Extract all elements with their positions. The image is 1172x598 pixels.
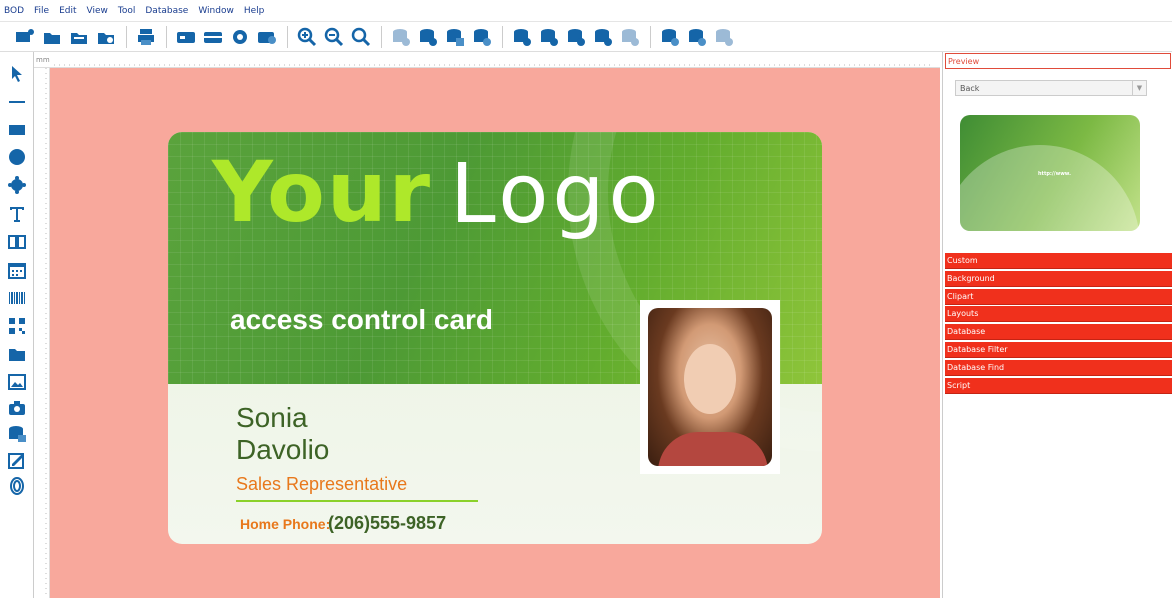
phone-label[interactable]: Home Phone:	[240, 516, 330, 532]
chevron-down-icon[interactable]: ▼	[1132, 81, 1146, 95]
photo-shirt	[658, 432, 768, 466]
menu-bod[interactable]: BOD	[4, 6, 24, 16]
accordion-database[interactable]: Database	[945, 324, 1172, 340]
phone-value-field[interactable]: (206)555-9857	[328, 513, 446, 534]
db-check-icon[interactable]	[469, 25, 495, 49]
photo-face	[684, 344, 736, 414]
db-first-icon[interactable]	[509, 25, 535, 49]
ruler-ticks	[54, 64, 934, 66]
toolbar-divider	[166, 25, 167, 48]
select-pointer-icon[interactable]	[5, 62, 29, 86]
menu-database[interactable]: Database	[145, 6, 188, 16]
card-preview-thumbnail: http://www.	[955, 110, 1145, 236]
right-panel: Preview Back ▼ http://www. Custom Backgr…	[942, 52, 1172, 598]
zoom-fit-icon[interactable]	[348, 25, 374, 49]
image-folder-tool-icon[interactable]	[5, 342, 29, 366]
db-last-icon[interactable]	[590, 25, 616, 49]
toolbar-divider	[650, 25, 651, 48]
signature-tool-icon[interactable]	[5, 448, 29, 472]
barcode-tool-icon[interactable]	[5, 286, 29, 310]
employee-photo[interactable]	[640, 300, 780, 474]
db-delete-record-icon[interactable]	[684, 25, 710, 49]
last-name-field[interactable]: Davolio	[236, 434, 329, 466]
menu-window[interactable]: Window	[198, 6, 234, 16]
db-connect-icon[interactable]	[388, 25, 414, 49]
toolbar-divider	[126, 25, 127, 48]
card-front-icon[interactable]	[173, 25, 199, 49]
db-open-icon[interactable]	[415, 25, 441, 49]
card-side-select[interactable]: Back ▼	[955, 80, 1147, 96]
line-tool-icon[interactable]	[5, 90, 29, 114]
zoom-in-icon[interactable]	[294, 25, 320, 49]
accordion-script[interactable]: Script	[945, 378, 1172, 394]
logo-text-logo[interactable]: Logo	[450, 154, 663, 236]
save-icon[interactable]	[93, 25, 119, 49]
left-toolbox	[0, 52, 34, 598]
vertical-ruler	[34, 68, 50, 598]
preview-header[interactable]: Preview	[945, 53, 1171, 69]
card-back-icon[interactable]	[200, 25, 226, 49]
ruler-ticks	[45, 68, 47, 598]
db-previous-icon[interactable]	[536, 25, 562, 49]
open-template-icon[interactable]	[66, 25, 92, 49]
db-refresh-icon[interactable]	[617, 25, 643, 49]
qr-code-tool-icon[interactable]	[5, 314, 29, 338]
db-save-record-icon[interactable]	[711, 25, 737, 49]
menu-bar: BOD File Edit View Tool Database Window …	[0, 0, 1172, 22]
new-card-icon[interactable]	[12, 25, 38, 49]
calendar-tool-icon[interactable]	[5, 258, 29, 282]
card-settings-icon[interactable]	[227, 25, 253, 49]
menu-view[interactable]: View	[87, 6, 108, 16]
first-name-field[interactable]: Sonia	[236, 402, 308, 434]
fingerprint-tool-icon[interactable]	[5, 474, 29, 498]
design-canvas[interactable]: Your Logo access control card Sonia Davo…	[50, 68, 940, 598]
menu-file[interactable]: File	[34, 6, 49, 16]
id-card-design[interactable]: Your Logo access control card Sonia Davo…	[168, 132, 822, 544]
print-icon[interactable]	[133, 25, 159, 49]
rectangle-tool-icon[interactable]	[5, 118, 29, 142]
toolbar-divider	[287, 25, 288, 48]
accordion-background[interactable]: Background	[945, 271, 1172, 287]
db-next-icon[interactable]	[563, 25, 589, 49]
photo-portrait	[648, 308, 772, 466]
database-field-tool-icon[interactable]	[5, 422, 29, 446]
card-title[interactable]: access control card	[230, 304, 493, 336]
camera-tool-icon[interactable]	[5, 396, 29, 420]
card-side-select-value: Back	[960, 84, 980, 93]
accordion-clipart[interactable]: Clipart	[945, 289, 1172, 305]
job-title-field[interactable]: Sales Representative	[236, 474, 407, 495]
accordion-database-find[interactable]: Database Find	[945, 360, 1172, 376]
menu-edit[interactable]: Edit	[59, 6, 76, 16]
accordion-layouts[interactable]: Layouts	[945, 306, 1172, 322]
text-tool-icon[interactable]	[5, 202, 29, 226]
menu-help[interactable]: Help	[244, 6, 265, 16]
title-underline	[236, 500, 478, 502]
toolbar	[0, 22, 1172, 52]
star-shape-tool-icon[interactable]	[5, 173, 29, 197]
db-add-record-icon[interactable]	[657, 25, 683, 49]
toolbar-divider	[381, 25, 382, 48]
db-table-icon[interactable]	[442, 25, 468, 49]
ellipse-tool-icon[interactable]	[5, 145, 29, 169]
toolbar-divider	[502, 25, 503, 48]
logo-text-your[interactable]: Your	[212, 150, 432, 234]
menu-tool[interactable]: Tool	[118, 6, 135, 16]
counter-tool-icon[interactable]	[5, 230, 29, 254]
zoom-out-icon[interactable]	[321, 25, 347, 49]
card-export-icon[interactable]	[254, 25, 280, 49]
horizontal-ruler: mm	[34, 52, 940, 68]
accordion-custom[interactable]: Custom	[945, 253, 1172, 269]
preview-url-text: http://www.	[1038, 171, 1072, 177]
preview-card-back: http://www.	[960, 115, 1140, 231]
open-folder-icon[interactable]	[39, 25, 65, 49]
accordion-database-filter[interactable]: Database Filter	[945, 342, 1172, 358]
image-tool-icon[interactable]	[5, 370, 29, 394]
